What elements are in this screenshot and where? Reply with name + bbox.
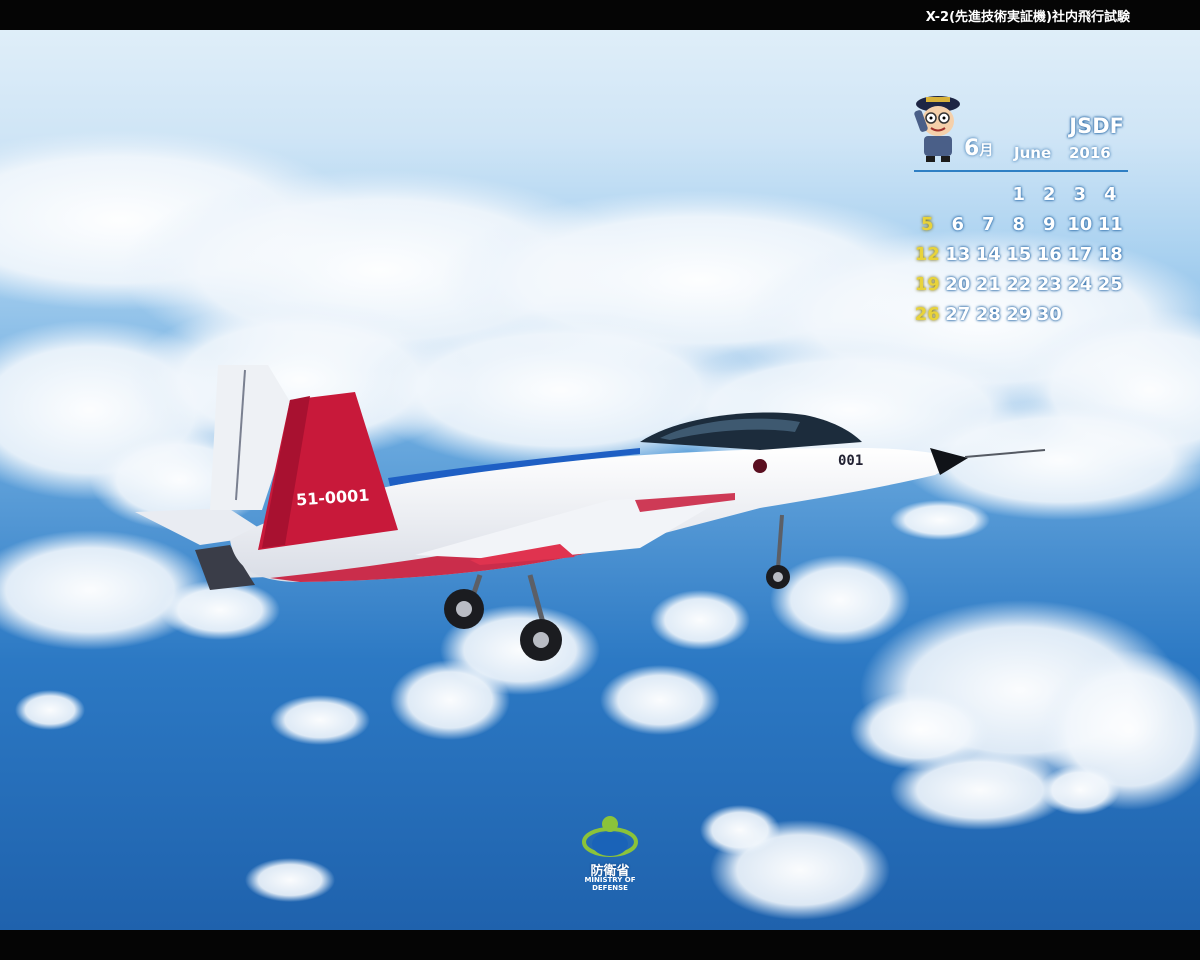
nose-number: 001 xyxy=(838,453,864,469)
calendar-day: 30 xyxy=(1036,304,1062,325)
calendar-day: 7 xyxy=(981,214,995,235)
calendar-day: 11 xyxy=(1097,214,1123,235)
calendar-day: 26 xyxy=(914,304,940,325)
calendar-day xyxy=(1065,300,1096,330)
calendar-day: 9 xyxy=(1042,214,1056,235)
bottom-bar xyxy=(0,930,1200,960)
top-bar: X-2(先進技術実証機)社内飛行試験 xyxy=(0,0,1200,30)
calendar-day xyxy=(943,180,974,210)
calendar-month-name: June xyxy=(1014,144,1052,162)
calendar-day: 6 xyxy=(951,214,965,235)
calendar-day: 1 xyxy=(1012,184,1026,205)
ministry-of-defense-logo: 防衛省 MINISTRY OF DEFENSE xyxy=(580,814,640,894)
calendar-month: 6月 xyxy=(964,136,993,161)
calendar-divider xyxy=(914,170,1128,172)
calendar-day: 27 xyxy=(945,304,971,325)
calendar-day: 29 xyxy=(1006,304,1032,325)
calendar-day xyxy=(912,180,943,210)
calendar-day: 3 xyxy=(1073,184,1087,205)
calendar-day xyxy=(1095,300,1126,330)
calendar-day: 19 xyxy=(914,274,940,295)
calendar-day: 13 xyxy=(945,244,971,265)
calendar-day: 16 xyxy=(1036,244,1062,265)
calendar-day: 12 xyxy=(914,244,940,265)
calendar-day: 17 xyxy=(1067,244,1093,265)
logo-english-line2: DEFENSE xyxy=(592,884,628,892)
calendar-day: 21 xyxy=(975,274,1001,295)
wallpaper-title: X-2(先進技術実証機)社内飛行試験 xyxy=(925,10,1130,25)
calendar-day: 5 xyxy=(920,214,934,235)
mod-emblem-icon xyxy=(582,816,638,857)
calendar-month-number: 6 xyxy=(964,136,980,161)
calendar-day: 10 xyxy=(1067,214,1093,235)
calendar-grid: 1 2 3 4 5 6 7 8 9 10 11 12 13 14 15 16 1… xyxy=(912,180,1128,330)
calendar-day: 28 xyxy=(975,304,1001,325)
calendar-day: 14 xyxy=(975,244,1001,265)
calendar-month-kanji: 月 xyxy=(979,143,994,159)
logo-english-line1: MINISTRY OF xyxy=(584,876,636,884)
calendar-brand: JSDF xyxy=(1069,114,1124,138)
calendar-day: 20 xyxy=(945,274,971,295)
calendar-day: 23 xyxy=(1036,274,1062,295)
calendar-day: 25 xyxy=(1097,274,1123,295)
calendar-day: 4 xyxy=(1103,184,1117,205)
calendar-widget: JSDF 6月 June 2016 1 2 3 4 5 6 7 8 9 10 1… xyxy=(912,84,1128,334)
calendar-day: 18 xyxy=(1097,244,1123,265)
calendar-day: 22 xyxy=(1006,274,1032,295)
calendar-day: 2 xyxy=(1042,184,1056,205)
calendar-day: 24 xyxy=(1067,274,1093,295)
calendar-day: 8 xyxy=(1012,214,1026,235)
logo-english: MINISTRY OF DEFENSE xyxy=(580,876,640,892)
calendar-day xyxy=(973,180,1004,210)
calendar-day: 15 xyxy=(1006,244,1032,265)
calendar-year: 2016 xyxy=(1069,144,1111,162)
